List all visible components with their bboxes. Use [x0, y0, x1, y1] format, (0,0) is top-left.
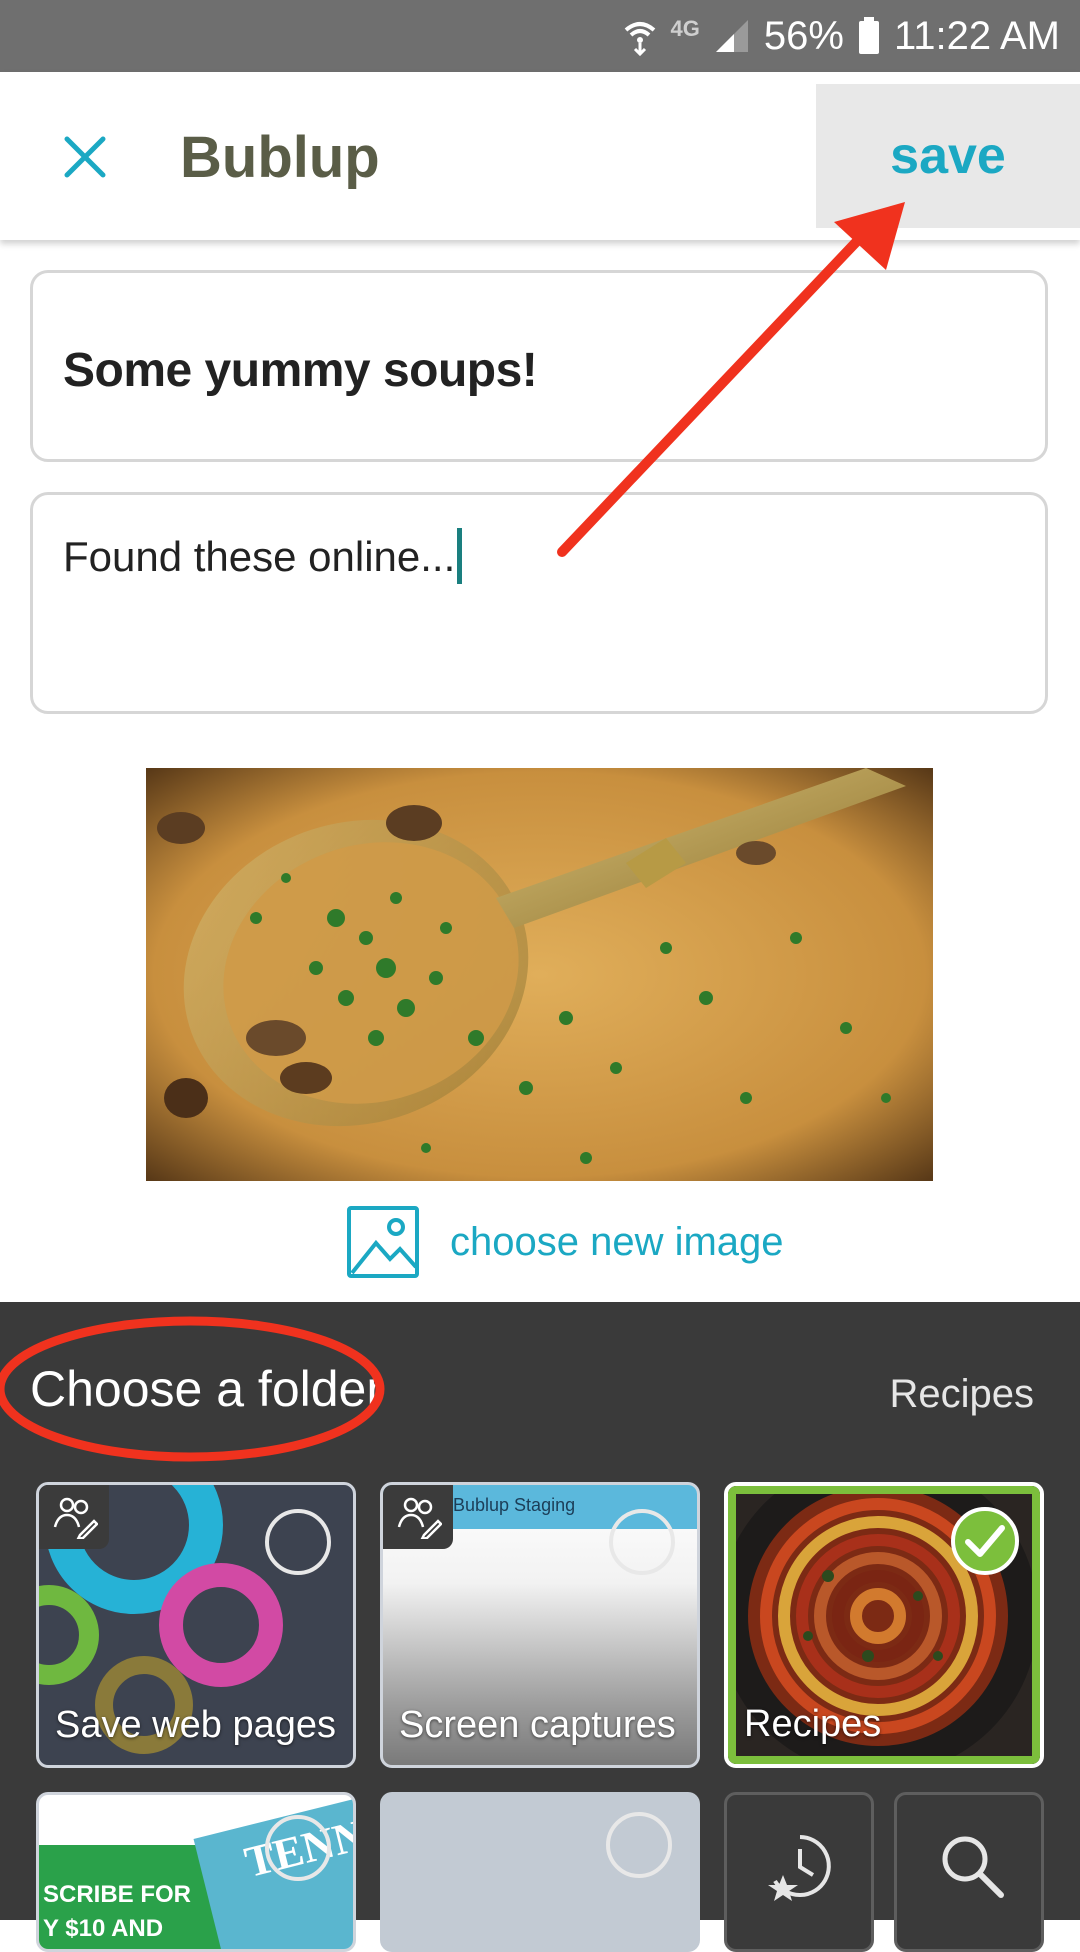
signal-icon [715, 20, 748, 52]
folder-select-radio[interactable] [265, 1815, 331, 1881]
status-icons: 4G 56% 11:22 AM [623, 0, 1060, 72]
search-icon [942, 1836, 1004, 1898]
choose-new-image-label: choose new image [450, 1219, 784, 1264]
title-input-value: Some yummy soups! [63, 344, 538, 397]
battery-icon [858, 17, 879, 54]
network-type: 4G [670, 16, 700, 41]
title-input[interactable]: Some yummy soups! [30, 270, 1048, 462]
shared-folder-badge [39, 1485, 109, 1549]
status-bar: 4G 56% 11:22 AM [0, 0, 1080, 72]
recent-star-icon [768, 1835, 831, 1901]
selected-check-icon [951, 1507, 1019, 1575]
folder-label: Save web pages [55, 1704, 336, 1746]
clock: 11:22 AM [893, 13, 1060, 58]
description-text: Found these online... [63, 533, 456, 580]
folder-select-radio[interactable] [609, 1509, 675, 1575]
choose-new-image-button[interactable]: choose new image [346, 1205, 784, 1279]
folder-cover-text: SCRIBE FOR [43, 1881, 192, 1908]
folder-cover-text: Y $10 AND [43, 1915, 164, 1942]
folder-label: Screen captures [399, 1704, 676, 1746]
choose-folder-heading: Choose a folder [30, 1361, 384, 1417]
folder-tile-recipes[interactable]: Recipes [724, 1482, 1044, 1768]
folder-select-radio[interactable] [606, 1812, 672, 1878]
description-input-value: Found these online... [63, 527, 463, 584]
shared-folder-badge [383, 1485, 453, 1549]
image-icon [347, 1206, 419, 1278]
app-title: Bublup [180, 125, 380, 190]
recent-favorites-button[interactable] [724, 1792, 874, 1952]
item-image [146, 768, 933, 1181]
folder-select-radio[interactable] [265, 1509, 331, 1575]
folder-cover-text: Bublup Staging [453, 1495, 576, 1515]
text-cursor [457, 527, 463, 584]
folder-label: Recipes [744, 1703, 882, 1745]
soup-photo [146, 768, 933, 1181]
close-button[interactable] [50, 122, 120, 192]
app-header: Bublup save [0, 72, 1080, 240]
shared-users-icon [397, 1497, 442, 1539]
save-button[interactable]: save [816, 84, 1080, 228]
selected-folder-label: Recipes [889, 1372, 1034, 1416]
folder-tile-magazine[interactable]: TENN SCRIBE FOR Y $10 AND [36, 1792, 356, 1952]
folder-panel: Choose a folder Recipes Save web pages B… [0, 1302, 1080, 1952]
description-input[interactable]: Found these online... [30, 492, 1048, 714]
shared-users-icon [53, 1497, 98, 1539]
folder-tile-screen-captures[interactable]: Bublup Staging Screen captures [380, 1482, 700, 1768]
battery-percent: 56% [763, 13, 844, 58]
folder-tile-save-web-pages[interactable]: Save web pages [36, 1482, 356, 1768]
folder-tile-empty[interactable] [380, 1792, 700, 1952]
close-icon [64, 136, 106, 178]
wifi-calling-icon [624, 22, 655, 56]
search-folders-button[interactable] [894, 1792, 1044, 1952]
